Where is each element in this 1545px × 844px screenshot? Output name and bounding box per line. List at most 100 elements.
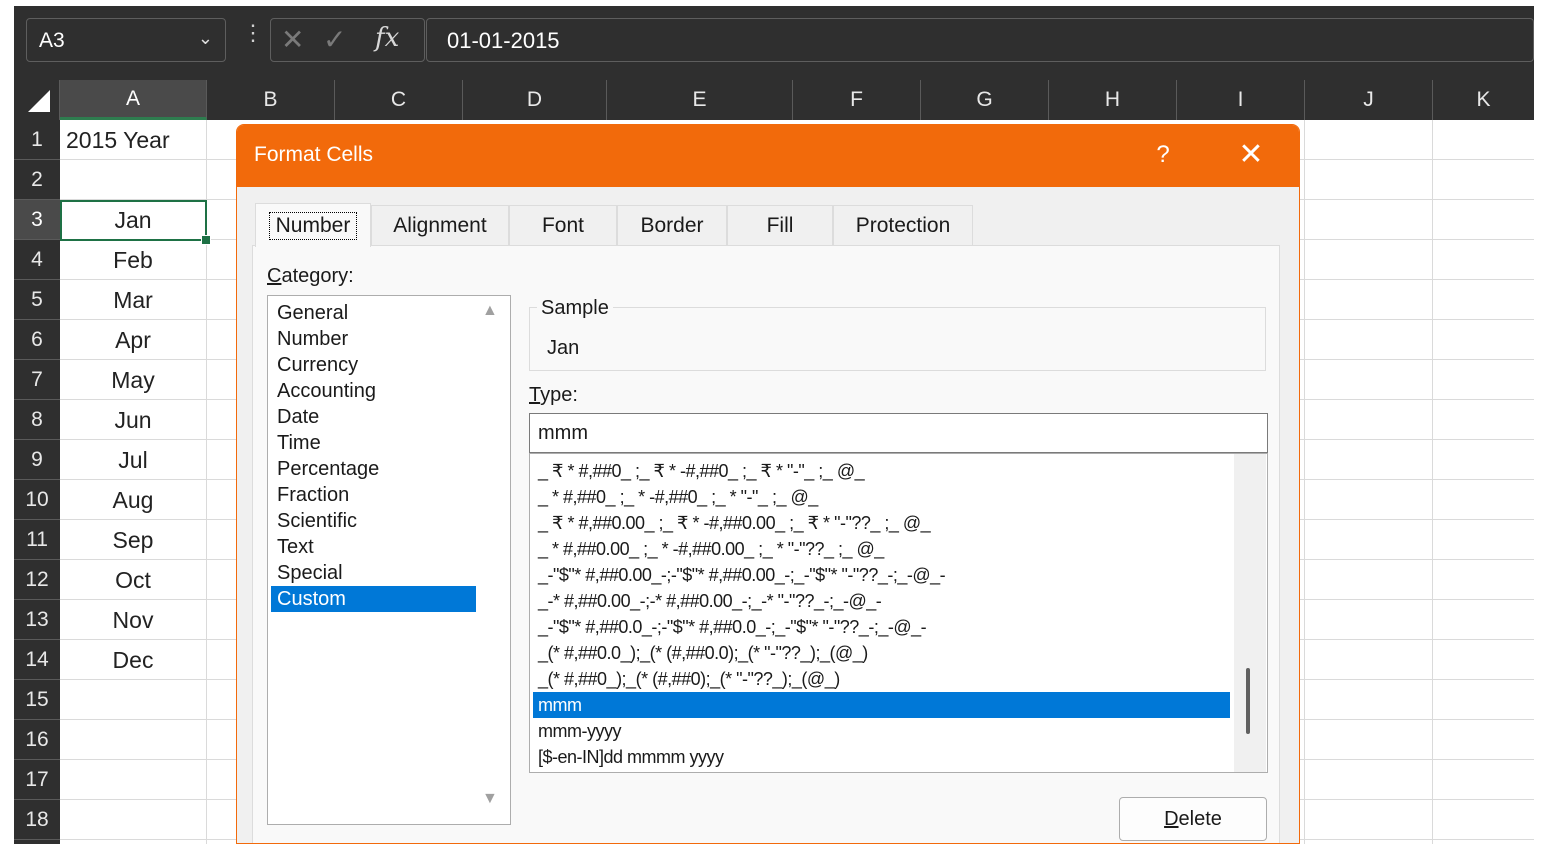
insert-function-icon[interactable]: fx [375,23,399,53]
scrollbar-thumb[interactable] [1246,668,1250,734]
category-item-general[interactable]: General [271,300,476,326]
category-item-fraction[interactable]: Fraction [271,482,476,508]
type-list-item-selected[interactable]: mmm [533,692,1230,718]
tab-label: Border [640,213,704,237]
cell-a4[interactable]: Feb [60,240,206,280]
row-header-17[interactable]: 17 [14,760,60,800]
row-header-6[interactable]: 6 [14,320,60,360]
name-box[interactable]: A3 ⌄ [26,18,226,62]
dialog-title-bar[interactable]: Format Cells ? ✕ [237,125,1299,187]
help-button[interactable]: ? [1145,137,1181,173]
cancel-icon[interactable]: ✕ [281,23,304,56]
type-list-item[interactable]: _ ₹ * #,##0_ ;_ ₹ * -#,##0_ ;_ ₹ * "-"_ … [533,458,1230,484]
cell-a12[interactable]: Oct [60,560,206,600]
type-list-item[interactable]: _ * #,##0_ ;_ * -#,##0_ ;_ * "-"_ ;_ @_ [533,484,1230,510]
cell-a11[interactable]: Sep [60,520,206,560]
category-list[interactable]: General Number Currency Accounting Date … [267,295,511,825]
type-list-item[interactable]: [$-en-IN]dd mmmm yyyy [533,744,1230,770]
active-cell-border [60,200,207,241]
category-item-scientific[interactable]: Scientific [271,508,476,534]
cell-a14[interactable]: Dec [60,640,206,680]
type-list-item[interactable]: _(* #,##0.0_);_(* (#,##0.0);_(* "-"??_);… [533,640,1230,666]
category-item-currency[interactable]: Currency [271,352,476,378]
cell-a9[interactable]: Jul [60,440,206,480]
row-headers: 1 2 3 4 5 6 7 8 9 10 11 12 13 14 15 16 1… [14,120,60,844]
row-header-2[interactable]: 2 [14,160,60,200]
category-item-time[interactable]: Time [271,430,476,456]
cell-a13[interactable]: Nov [60,600,206,640]
chevron-down-icon[interactable]: ⌄ [198,28,213,49]
tab-number[interactable]: Number [255,203,371,247]
column-header-h[interactable]: H [1049,80,1177,120]
category-item-text[interactable]: Text [271,534,476,560]
row-header-16[interactable]: 16 [14,720,60,760]
category-item-number[interactable]: Number [271,326,476,352]
column-header-k[interactable]: K [1433,80,1534,120]
category-item-accounting[interactable]: Accounting [271,378,476,404]
tab-label: Number [268,211,358,240]
cell-a5[interactable]: Mar [60,280,206,320]
column-header-j[interactable]: J [1305,80,1433,120]
tab-border[interactable]: Border [617,205,727,245]
row-header-14[interactable]: 14 [14,640,60,680]
type-list-item[interactable]: _(* #,##0_);_(* (#,##0);_(* "-"??_);_(@_… [533,666,1230,692]
fill-handle[interactable] [201,235,211,245]
row-header-12[interactable]: 12 [14,560,60,600]
type-label-accel: T [529,384,541,406]
enter-icon[interactable]: ✓ [323,23,346,56]
row-header-10[interactable]: 10 [14,480,60,520]
column-header-b[interactable]: B [207,80,335,120]
type-list-item[interactable]: _ ₹ * #,##0.00_ ;_ ₹ * -#,##0.00_ ;_ ₹ *… [533,510,1230,536]
row-header-15[interactable]: 15 [14,680,60,720]
type-input[interactable]: mmm [529,413,1268,453]
column-headers: A B C D E F G H I J K [14,80,1534,120]
dialog-title: Format Cells [254,143,374,166]
row-header-9[interactable]: 9 [14,440,60,480]
row-header-18[interactable]: 18 [14,800,60,840]
row-header-1[interactable]: 1 [14,120,60,160]
column-header-f[interactable]: F [793,80,921,120]
tab-protection[interactable]: Protection [833,205,973,245]
row-header-3[interactable]: 3 [14,200,60,240]
type-list-item[interactable]: _ * #,##0.00_ ;_ * -#,##0.00_ ;_ * "-"??… [533,536,1230,562]
row-header-5[interactable]: 5 [14,280,60,320]
more-options-icon[interactable]: ⋮ [242,20,264,46]
row-header-11[interactable]: 11 [14,520,60,560]
column-header-e[interactable]: E [607,80,793,120]
cell-a6[interactable]: Apr [60,320,206,360]
tab-label: Font [541,213,585,237]
select-all-button[interactable] [14,80,60,120]
column-header-c[interactable]: C [335,80,463,120]
row-header-13[interactable]: 13 [14,600,60,640]
scroll-up-icon[interactable]: ▲ [482,302,498,320]
type-list-item[interactable]: mmm-yyyy [533,718,1230,744]
tab-alignment[interactable]: Alignment [371,205,509,245]
category-item-percentage[interactable]: Percentage [271,456,476,482]
type-list-item[interactable]: _-"$"* #,##0.0_-;-"$"* #,##0.0_-;_-"$"* … [533,614,1230,640]
tab-label: Fill [766,213,794,237]
row-header-8[interactable]: 8 [14,400,60,440]
close-button[interactable]: ✕ [1231,135,1271,175]
category-item-special[interactable]: Special [271,560,476,586]
column-header-a[interactable]: A [60,80,207,120]
cell-a8[interactable]: Jun [60,400,206,440]
column-header-g[interactable]: G [921,80,1049,120]
category-item-date[interactable]: Date [271,404,476,430]
delete-button[interactable]: Delete [1119,797,1267,841]
tab-font[interactable]: Font [509,205,617,245]
tab-fill[interactable]: Fill [727,205,833,245]
type-list-item[interactable]: _-* #,##0.00_-;-* #,##0.00_-;_-* "-"??_-… [533,588,1230,614]
column-header-d[interactable]: D [463,80,607,120]
column-header-i[interactable]: I [1177,80,1305,120]
cell-a10[interactable]: Aug [60,480,206,520]
type-list[interactable]: _ ₹ * #,##0_ ;_ ₹ * -#,##0_ ;_ ₹ * "-"_ … [529,453,1268,773]
cell-a7[interactable]: May [60,360,206,400]
type-list-scrollbar[interactable] [1234,454,1266,772]
scroll-down-icon[interactable]: ▼ [482,790,498,808]
type-list-item[interactable]: _-"$"* #,##0.00_-;-"$"* #,##0.00_-;_-"$"… [533,562,1230,588]
row-header-4[interactable]: 4 [14,240,60,280]
row-header-7[interactable]: 7 [14,360,60,400]
name-box-value: A3 [39,29,65,52]
category-item-custom[interactable]: Custom [271,586,476,612]
formula-input[interactable]: 01-01-2015 [426,18,1534,62]
